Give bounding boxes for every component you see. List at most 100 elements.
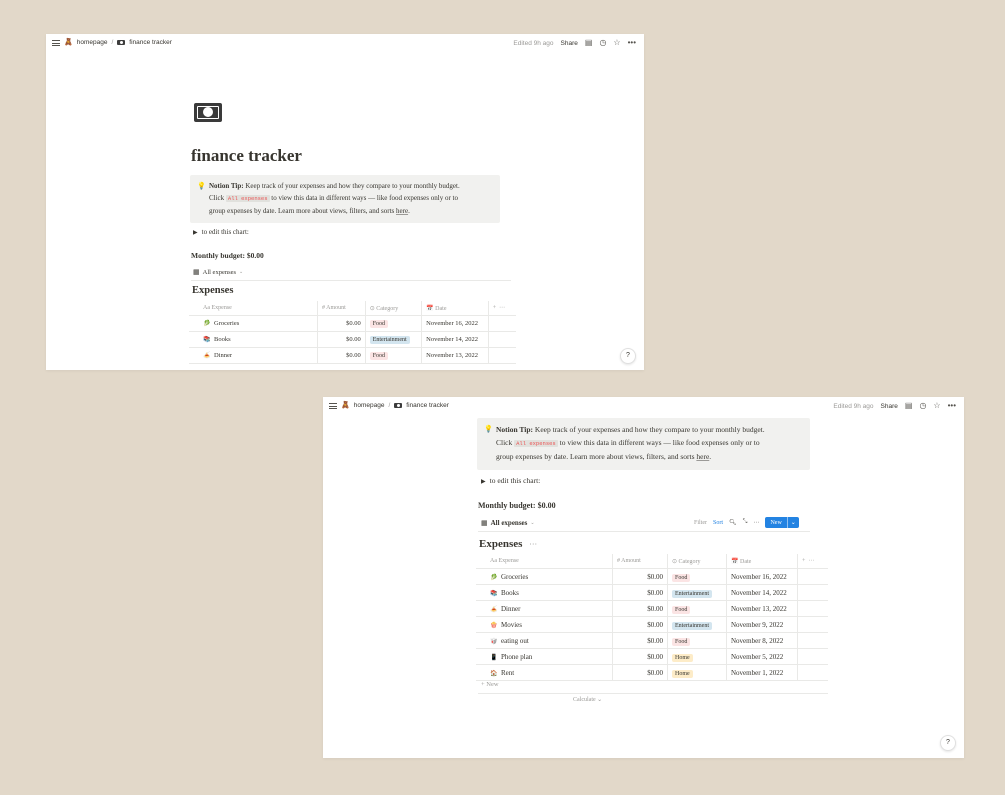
row-date[interactable]: November 14, 2022 [726, 584, 798, 601]
row-amount[interactable]: $0.00 [316, 315, 366, 332]
row-amount[interactable]: $0.00 [612, 584, 668, 601]
breadcrumb-page[interactable]: finance tracker [129, 39, 172, 46]
category-tag[interactable]: Entertainment [369, 336, 410, 344]
lightbulb-icon: 💡 [484, 425, 493, 433]
col-category[interactable]: ⊙ Category [364, 301, 422, 316]
row-amount[interactable]: $0.00 [316, 347, 366, 364]
row-name[interactable]: Movies [501, 621, 522, 629]
row-amount[interactable]: $0.00 [612, 648, 668, 665]
toggle-triangle-icon[interactable]: ▶ [481, 479, 486, 485]
add-column-button[interactable]: + ··· [797, 554, 828, 569]
category-tag[interactable]: Entertainment [672, 589, 712, 598]
row-date[interactable]: November 16, 2022 [726, 568, 798, 585]
table-row[interactable]: 📚 Books $0.00 Entertainment November 14, … [476, 584, 828, 601]
category-tag[interactable]: Food [672, 605, 691, 614]
search-icon[interactable]: 🔍︎ [729, 519, 737, 526]
database-more-icon[interactable]: ··· [529, 540, 537, 549]
more-icon[interactable]: ••• [948, 402, 956, 410]
col-expense[interactable]: Aa Expense [476, 554, 613, 569]
row-amount[interactable]: $0.00 [612, 632, 668, 649]
row-date[interactable]: November 1, 2022 [726, 664, 798, 681]
star-icon[interactable]: ☆ [613, 39, 620, 47]
category-tag[interactable]: Food [369, 320, 389, 328]
view-divider [191, 280, 511, 281]
new-button[interactable]: New ⌄ [765, 517, 799, 528]
row-date[interactable]: November 13, 2022 [421, 347, 489, 364]
table-row[interactable]: 🥬 Groceries $0.00 Food November 16, 2022 [476, 568, 828, 585]
table-row[interactable]: 🥡 eating out $0.00 Food November 8, 2022 [476, 632, 828, 649]
filter-button[interactable]: Filter [694, 520, 707, 526]
row-date[interactable]: November 13, 2022 [726, 600, 798, 617]
col-amount[interactable]: # Amount [316, 301, 366, 316]
view-tab[interactable]: ▦ All expenses ⌄ [193, 268, 243, 276]
row-date[interactable]: November 14, 2022 [421, 331, 489, 348]
new-dropdown-icon[interactable]: ⌄ [786, 517, 799, 528]
table-row[interactable]: 🏠 Rent $0.00 Home November 1, 2022 [476, 664, 828, 681]
category-tag[interactable]: Food [672, 573, 691, 582]
col-category[interactable]: ⊙ Category [667, 554, 727, 569]
share-button[interactable]: Share [881, 403, 898, 410]
new-row-button[interactable]: + New [481, 681, 499, 688]
breadcrumb-home[interactable]: homepage [354, 402, 385, 409]
row-date[interactable]: November 8, 2022 [726, 632, 798, 649]
table-row[interactable]: 📚 Books $0.00 Entertainment November 14, … [189, 331, 516, 348]
row-amount[interactable]: $0.00 [612, 616, 668, 633]
toggle-block[interactable]: ▶ to edit this chart: [193, 228, 249, 236]
col-date[interactable]: 📅 Date [726, 554, 798, 569]
comment-icon[interactable]: ▤ [585, 39, 593, 47]
row-date[interactable]: November 16, 2022 [421, 315, 489, 332]
col-expense[interactable]: Aa Expense [189, 301, 318, 316]
history-icon[interactable]: ◷ [919, 402, 926, 410]
row-amount[interactable]: $0.00 [612, 568, 668, 585]
row-name[interactable]: Dinner [501, 605, 520, 613]
category-tag[interactable]: Home [672, 669, 693, 678]
comment-icon[interactable]: ▤ [905, 402, 913, 410]
row-amount[interactable]: $0.00 [612, 664, 668, 681]
help-button[interactable]: ? [940, 735, 956, 751]
row-name[interactable]: Books [214, 336, 231, 343]
breadcrumb-separator: / [111, 39, 114, 46]
row-amount[interactable]: $0.00 [316, 331, 366, 348]
table-row[interactable]: 🍝 Dinner $0.00 Food November 13, 2022 [189, 347, 516, 364]
row-date[interactable]: November 9, 2022 [726, 616, 798, 633]
toggle-triangle-icon[interactable]: ▶ [193, 230, 198, 236]
toggle-block[interactable]: ▶ to edit this chart: [481, 476, 540, 485]
breadcrumb-page[interactable]: finance tracker [406, 402, 449, 409]
row-name[interactable]: Phone plan [501, 653, 532, 661]
expand-icon[interactable]: ⤡ [743, 519, 748, 526]
more-icon[interactable]: ••• [628, 39, 636, 47]
help-button[interactable]: ? [620, 348, 636, 364]
tip-link[interactable]: here [396, 207, 408, 215]
row-date[interactable]: November 5, 2022 [726, 648, 798, 665]
view-tab[interactable]: ▦ All expenses ⌄ [481, 519, 535, 527]
row-name[interactable]: Groceries [501, 573, 528, 581]
col-date[interactable]: 📅 Date [421, 301, 489, 316]
tip-link[interactable]: here [696, 452, 709, 461]
table-row[interactable]: 🍝 Dinner $0.00 Food November 13, 2022 [476, 600, 828, 617]
share-button[interactable]: Share [561, 40, 578, 47]
category-tag[interactable]: Food [369, 352, 389, 360]
row-name[interactable]: Groceries [214, 320, 239, 327]
table-row[interactable]: 🥬 Groceries $0.00 Food November 16, 2022 [189, 315, 516, 332]
calculate-button[interactable]: Calculate ⌄ [573, 696, 602, 703]
col-amount[interactable]: # Amount [612, 554, 668, 569]
row-name[interactable]: Rent [501, 669, 514, 677]
row-name[interactable]: eating out [501, 637, 529, 645]
page-money-icon[interactable] [194, 103, 222, 122]
row-name[interactable]: Books [501, 589, 519, 597]
history-icon[interactable]: ◷ [599, 39, 606, 47]
table-row[interactable]: 🍿 Movies $0.00 Entertainment November 9, … [476, 616, 828, 633]
row-amount[interactable]: $0.00 [612, 600, 668, 617]
table-row[interactable]: 📱 Phone plan $0.00 Home November 5, 2022 [476, 648, 828, 665]
more-options-icon[interactable]: ··· [753, 520, 759, 526]
star-icon[interactable]: ☆ [933, 402, 940, 410]
category-tag[interactable]: Entertainment [672, 621, 712, 630]
category-tag[interactable]: Food [672, 637, 691, 646]
row-name[interactable]: Dinner [214, 352, 232, 359]
menu-icon[interactable] [52, 39, 60, 46]
breadcrumb-home[interactable]: homepage [77, 39, 108, 46]
menu-icon[interactable] [329, 402, 337, 409]
category-tag[interactable]: Home [672, 653, 693, 662]
add-column-button[interactable]: + ··· [487, 301, 516, 316]
sort-button[interactable]: Sort [713, 520, 723, 526]
